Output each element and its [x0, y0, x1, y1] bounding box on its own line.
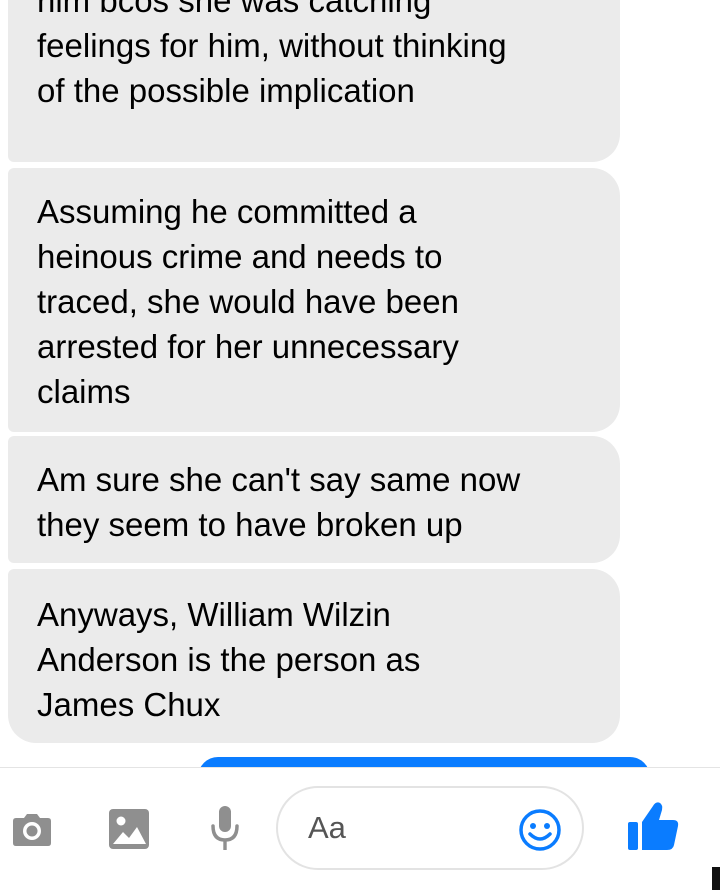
image-icon[interactable]: [108, 808, 150, 850]
message-line: James Chux: [37, 686, 221, 723]
mic-icon[interactable]: [210, 804, 240, 854]
camera-icon[interactable]: [12, 809, 52, 849]
like-icon[interactable]: [626, 800, 680, 852]
message-line: heinous crime and needs to: [37, 238, 443, 275]
message-line: Anyways, William Wilzin: [37, 596, 391, 633]
message-line: Anderson is the person as: [37, 641, 421, 678]
screen-edge: [712, 867, 720, 890]
message-line: they seem to have broken up: [37, 506, 463, 543]
message-line: him bcos she was catching: [37, 0, 432, 19]
message-bubble: him bcos she was catching feelings for h…: [8, 0, 620, 162]
message-line: claims: [37, 373, 131, 410]
message-line: Assuming he committed a: [37, 193, 417, 230]
message-line: Am sure she can't say same now: [37, 461, 521, 498]
message-bubble: Am sure she can't say same now they seem…: [8, 436, 620, 563]
message-line: feelings for him, without thinking: [37, 27, 507, 64]
message-line: traced, she would have been: [37, 283, 459, 320]
emoji-icon[interactable]: [518, 808, 562, 852]
message-bubble: Anyways, William Wilzin Anderson is the …: [8, 569, 620, 743]
message-line: arrested for her unnecessary: [37, 328, 459, 365]
message-bubble: Assuming he committed a heinous crime an…: [8, 168, 620, 432]
message-thread: him bcos she was catching feelings for h…: [0, 0, 720, 770]
message-line: of the possible implication: [37, 72, 415, 109]
